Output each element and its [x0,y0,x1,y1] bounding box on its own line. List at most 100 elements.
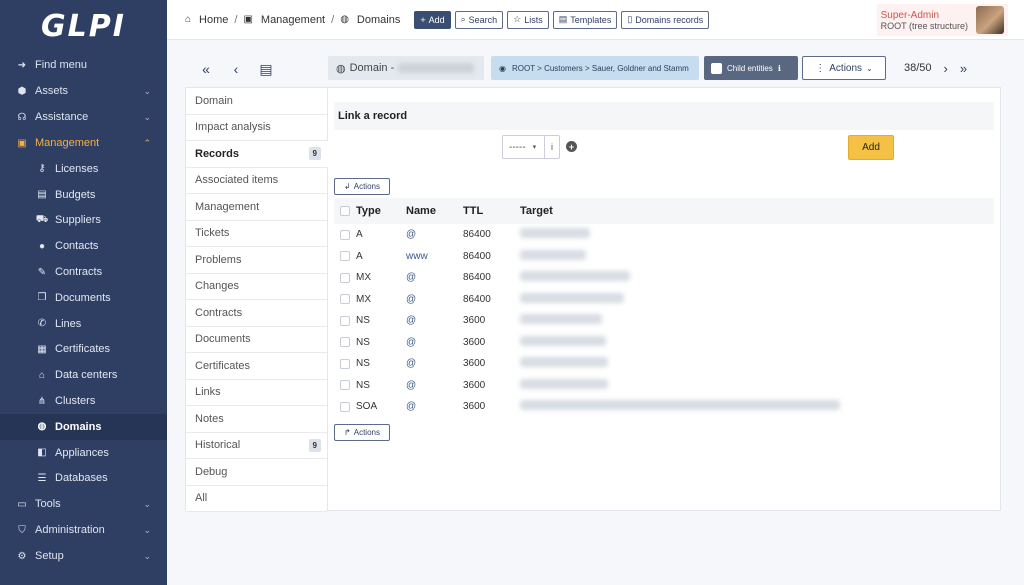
previous-icon[interactable]: ‹ [226,61,246,77]
sidebar-item-administration[interactable]: ⛉ Administration ⌄ [0,517,167,543]
tab-label: Contracts [195,306,243,319]
row-checkbox[interactable] [334,294,356,305]
actions-dropdown[interactable]: ⋮ Actions ⌄ [802,56,886,80]
user-name: Super-Admin [880,9,939,21]
breadcrumb-management[interactable]: Management [261,14,325,26]
row-checkbox[interactable] [334,358,356,369]
record-name[interactable]: @ [406,272,463,283]
row-checkbox[interactable] [334,251,356,262]
tab-label: Documents [195,333,251,346]
domains-records-button[interactable]: ▯ Domains records [621,10,710,29]
sidebar-sub-contacts[interactable]: ● Contacts [0,233,167,259]
tab-management[interactable]: Management [186,194,327,221]
sidebar-sub-suppliers[interactable]: ⛟ Suppliers [0,208,167,234]
tab-documents[interactable]: Documents [186,326,327,353]
sidebar-sub-contracts[interactable]: ✎ Contracts [0,259,167,285]
sidebar-item-tools[interactable]: ▭ Tools ⌄ [0,491,167,517]
row-checkbox[interactable] [334,315,356,326]
column-name[interactable]: Name [406,205,463,217]
column-target[interactable]: Target [520,205,994,217]
column-type[interactable]: Type [356,205,406,217]
tab-tickets[interactable]: Tickets [186,220,327,247]
select-all-checkbox[interactable] [334,206,356,216]
tab-records[interactable]: Records 9 [186,141,329,168]
tab-historical[interactable]: Historical 9 [186,432,327,459]
truck-icon: ⛟ [35,213,49,225]
kebab-icon: ⋮ [815,62,826,74]
shield-icon: ⛉ [18,524,26,536]
child-entities-checkbox[interactable] [711,62,722,74]
tab-debug[interactable]: Debug [186,459,327,486]
breadcrumb-home[interactable]: Home [199,14,228,26]
add-button[interactable]: + Add [414,10,451,29]
tab-problems[interactable]: Problems [186,247,327,274]
tab-associated-items[interactable]: Associated items [186,167,327,194]
list-icon[interactable]: ▤ [256,61,276,78]
info-icon[interactable]: i [543,136,559,158]
sidebar-sub-licenses[interactable]: ⚷ Licenses [0,156,167,182]
sidebar-item-assets[interactable]: ⬢ Assets ⌄ [0,78,167,104]
child-entities-toggle[interactable]: Child entities ℹ [704,56,798,80]
row-checkbox[interactable] [334,229,356,240]
search-button[interactable]: ⌕ Search [454,10,504,29]
sidebar-sub-appliances[interactable]: ◧ Appliances [0,440,167,466]
sidebar-sub-clusters[interactable]: ⋔ Clusters [0,388,167,414]
record-name[interactable]: @ [406,294,463,305]
find-menu[interactable]: ➜ Find menu [0,52,167,78]
tab-links[interactable]: Links [186,379,327,406]
record-ttl: 86400 [463,229,491,241]
row-checkbox[interactable] [334,337,356,348]
massive-actions-bottom[interactable]: ↱ Actions [334,424,390,441]
database-icon: ☰ [37,472,47,484]
tab-certificates[interactable]: Certificates [186,353,327,380]
user-menu[interactable]: Super-Admin ROOT (tree structure) [876,4,1008,36]
sidebar-sub-databases[interactable]: ☰ Databases [0,466,167,492]
sidebar-item-assistance[interactable]: ☊ Assistance ⌄ [0,104,167,130]
sidebar-item-management[interactable]: ▣ Management ⌃ [0,130,167,156]
last-page-icon[interactable]: » [960,61,967,76]
record-name[interactable]: www [406,251,463,262]
breadcrumb-domains[interactable]: Domains [357,14,400,26]
record-name[interactable]: @ [406,380,463,391]
add-new-record-icon[interactable]: + [566,141,577,152]
home-icon: ⌂ [185,14,192,25]
tab-impact-analysis[interactable]: Impact analysis [186,114,327,141]
next-icon[interactable]: › [944,61,948,76]
chevron-down-icon: ⌄ [143,550,151,561]
avatar[interactable] [976,6,1004,34]
chevron-up-icon: ⌃ [143,137,151,148]
sidebar-sub-documents[interactable]: ❐ Documents [0,285,167,311]
record-name[interactable]: @ [406,315,463,326]
row-checkbox[interactable] [334,401,356,412]
first-page-icon[interactable]: « [196,61,216,77]
sidebar-sub-label: Certificates [55,343,111,356]
record-name[interactable]: @ [406,401,463,412]
tab-notes[interactable]: Notes [186,406,327,433]
certificate-icon: ▦ [37,343,47,355]
pager: 38/50 › » [904,56,967,80]
sidebar-sub-certificates[interactable]: ▦ Certificates [0,337,167,363]
sidebar-sub-domains[interactable]: ◍ Domains [0,413,167,440]
tab-changes[interactable]: Changes [186,273,327,300]
glpi-logo[interactable]: GLPI [0,0,167,52]
column-ttl[interactable]: TTL [463,205,520,217]
tab-contracts[interactable]: Contracts [186,300,327,327]
tab-domain[interactable]: Domain [186,88,327,115]
record-name[interactable]: @ [406,358,463,369]
link-add-button[interactable]: Add [848,135,894,160]
records-panel: Link a record ----- ▾ i + Add ↲ Actions … [329,88,1000,510]
templates-button[interactable]: ▤ Templates [552,10,618,29]
record-name[interactable]: @ [406,229,463,240]
row-checkbox[interactable] [334,272,356,283]
tab-all[interactable]: All [186,485,327,512]
sidebar-item-setup[interactable]: ⚙ Setup ⌄ [0,543,167,569]
record-name[interactable]: @ [406,337,463,348]
record-select[interactable]: ----- ▾ i [502,135,560,159]
sidebar-sub-budgets[interactable]: ▤ Budgets [0,182,167,208]
record-target-redacted [520,357,994,370]
sidebar-sub-lines[interactable]: ✆ Lines [0,311,167,337]
row-checkbox[interactable] [334,380,356,391]
massive-actions-top[interactable]: ↲ Actions [334,178,390,195]
lists-button[interactable]: ☆ Lists [507,10,549,29]
sidebar-sub-data-centers[interactable]: ⌂ Data centers [0,362,167,388]
